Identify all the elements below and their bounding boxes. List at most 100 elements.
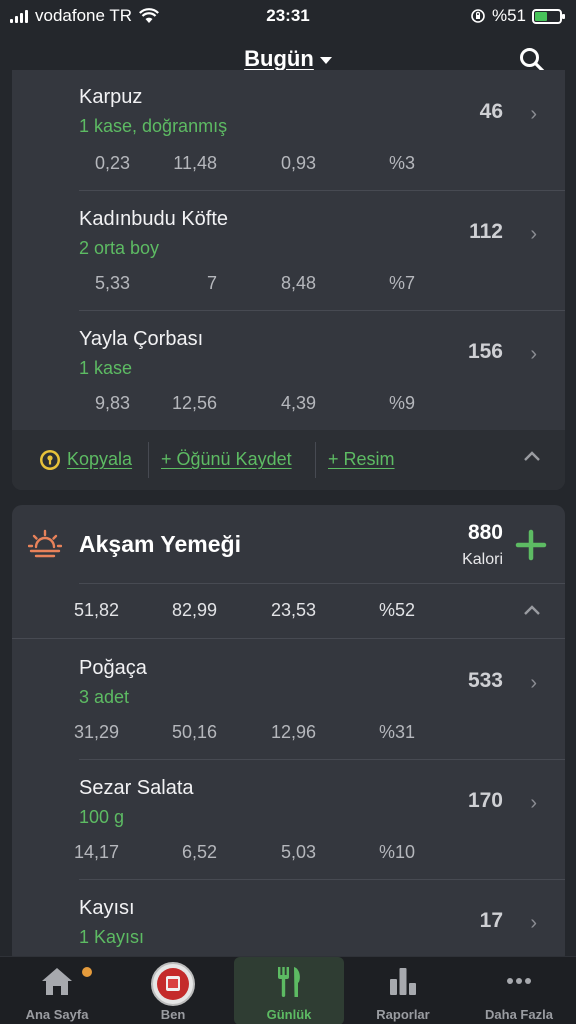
status-bar: vodafone TR 23:31 %51	[0, 0, 576, 34]
meal-totals: 51,82 82,99 23,53 %52	[12, 585, 565, 639]
food-item[interactable]: Kadınbudu Köfte 2 orta boy 112 › 5,33 7 …	[12, 190, 565, 310]
food-item[interactable]: Kayısı 1 Kayısı 17 ›	[12, 879, 565, 965]
food-calories: 170	[467, 789, 503, 812]
divider	[148, 442, 149, 478]
food-calories: 533	[467, 669, 503, 692]
date-selector[interactable]: Bugün	[0, 46, 576, 72]
macro-value: 5,33	[94, 273, 130, 293]
meal-actions-bar: Kopyala + Öğünü Kaydet + Resim	[12, 430, 565, 490]
tab-more[interactable]: Daha Fazla	[464, 957, 574, 1024]
macro-value: 31,29	[73, 722, 119, 742]
macro-value: 0,93	[280, 153, 316, 173]
meal-calories: 880	[467, 521, 503, 544]
food-portion: 2 orta boy	[79, 238, 160, 258]
meal-title: Akşam Yemeği	[79, 531, 241, 557]
chevron-right-icon: ›	[530, 223, 537, 245]
avatar-icon	[151, 962, 195, 1006]
save-meal-button[interactable]: + Öğünü Kaydet	[161, 449, 292, 470]
food-name: Kayısı	[79, 897, 135, 919]
macro-value: 7	[206, 273, 217, 293]
food-calories: 17	[479, 909, 503, 932]
chevron-up-icon[interactable]	[523, 602, 541, 620]
divider	[315, 442, 316, 478]
notification-dot	[82, 967, 92, 977]
macro-value: 4,39	[280, 393, 316, 413]
food-portion: 3 adet	[79, 687, 130, 707]
macro-value: 50,16	[171, 722, 217, 742]
battery-percent: %51	[491, 6, 526, 25]
food-portion: 1 kase, doğranmış	[79, 116, 228, 136]
tab-bar: Ana Sayfa Ben Günlük Raporlar Daha Fazla	[0, 956, 576, 1024]
food-portion: 1 kase	[79, 358, 133, 378]
meal-card-dinner: Akşam Yemeği 880 Kalori 51,82 82,99 23,5…	[12, 505, 565, 965]
orientation-lock-icon	[471, 9, 485, 23]
chevron-right-icon: ›	[530, 672, 537, 694]
battery-icon	[532, 8, 565, 24]
fork-knife-icon	[278, 967, 300, 997]
food-item[interactable]: Sezar Salata 100 g 170 › 14,17 6,52 5,03…	[12, 759, 565, 879]
chevron-down-icon	[319, 56, 332, 64]
tab-me[interactable]: Ben	[118, 957, 228, 1024]
meal-calories-unit: Kalori	[462, 551, 503, 568]
food-macros: 31,29 50,16 12,96 %31	[12, 722, 565, 746]
chevron-right-icon: ›	[530, 912, 537, 934]
food-macros: 14,17 6,52 5,03 %10	[12, 842, 565, 866]
tab-label: Daha Fazla	[485, 1007, 553, 1022]
more-icon	[507, 978, 531, 984]
macro-value: %9	[388, 393, 415, 413]
food-calories: 46	[479, 100, 503, 123]
copy-button[interactable]: Kopyala	[67, 449, 132, 470]
page-title[interactable]: Bugün	[244, 46, 314, 71]
macro-value: 12,56	[171, 393, 217, 413]
tab-label: Ana Sayfa	[25, 1007, 89, 1022]
macro-value: 9,83	[94, 393, 130, 413]
macro-value: %10	[378, 842, 415, 862]
food-name: Sezar Salata	[79, 777, 194, 799]
tab-label: Raporlar	[376, 1007, 430, 1022]
tab-home[interactable]: Ana Sayfa	[2, 957, 112, 1024]
macro-value: 6,52	[181, 842, 217, 862]
divider	[79, 583, 565, 584]
macro-value: %31	[378, 722, 415, 742]
total-value: 51,82	[73, 600, 119, 620]
food-portion: 1 Kayısı	[79, 927, 145, 947]
add-food-button[interactable]	[515, 529, 547, 561]
bar-chart-icon	[390, 968, 416, 995]
meal-header: Akşam Yemeği 880 Kalori	[12, 505, 565, 585]
total-value: 82,99	[171, 600, 217, 620]
tab-label: Ben	[160, 1007, 186, 1022]
tab-reports[interactable]: Raporlar	[348, 957, 458, 1024]
chevron-right-icon: ›	[530, 103, 537, 125]
macro-value: 11,48	[173, 153, 217, 173]
macro-value: 5,03	[280, 842, 316, 862]
macro-value: 8,48	[280, 273, 316, 293]
food-item[interactable]: Karpuz 1 kase, doğranmış 46 › 0,23 11,48…	[12, 70, 565, 190]
sunset-icon	[28, 529, 62, 558]
food-item[interactable]: Poğaça 3 adet 533 › 31,29 50,16 12,96 %3…	[12, 639, 565, 759]
food-item[interactable]: Yayla Çorbası 1 kase 156 › 9,83 12,56 4,…	[12, 310, 565, 430]
macro-value: 0,23	[94, 153, 130, 173]
food-macros: 0,23 11,48 0,93 %3	[12, 153, 565, 177]
chevron-up-icon[interactable]	[523, 448, 541, 466]
macro-value: %3	[388, 153, 415, 173]
total-value: 23,53	[270, 600, 316, 620]
food-calories: 112	[469, 220, 503, 243]
food-name: Kadınbudu Köfte	[79, 208, 229, 230]
food-calories: 156	[467, 340, 503, 363]
add-photo-button[interactable]: + Resim	[328, 449, 395, 470]
tab-diary[interactable]: Günlük	[234, 957, 344, 1024]
premium-key-icon	[40, 450, 60, 470]
meal-card-previous: Karpuz 1 kase, doğranmış 46 › 0,23 11,48…	[12, 70, 565, 490]
chevron-right-icon: ›	[530, 343, 537, 365]
tab-label: Günlük	[266, 1007, 312, 1022]
food-name: Poğaça	[79, 657, 147, 679]
chevron-right-icon: ›	[530, 792, 537, 814]
total-value: %52	[378, 600, 415, 620]
macro-value: %7	[388, 273, 415, 293]
food-name: Yayla Çorbası	[79, 328, 204, 350]
food-macros: 5,33 7 8,48 %7	[12, 273, 565, 297]
home-icon	[42, 968, 72, 995]
food-name: Karpuz	[79, 86, 143, 108]
macro-value: 14,17	[73, 842, 119, 862]
food-macros: 9,83 12,56 4,39 %9	[12, 393, 565, 417]
